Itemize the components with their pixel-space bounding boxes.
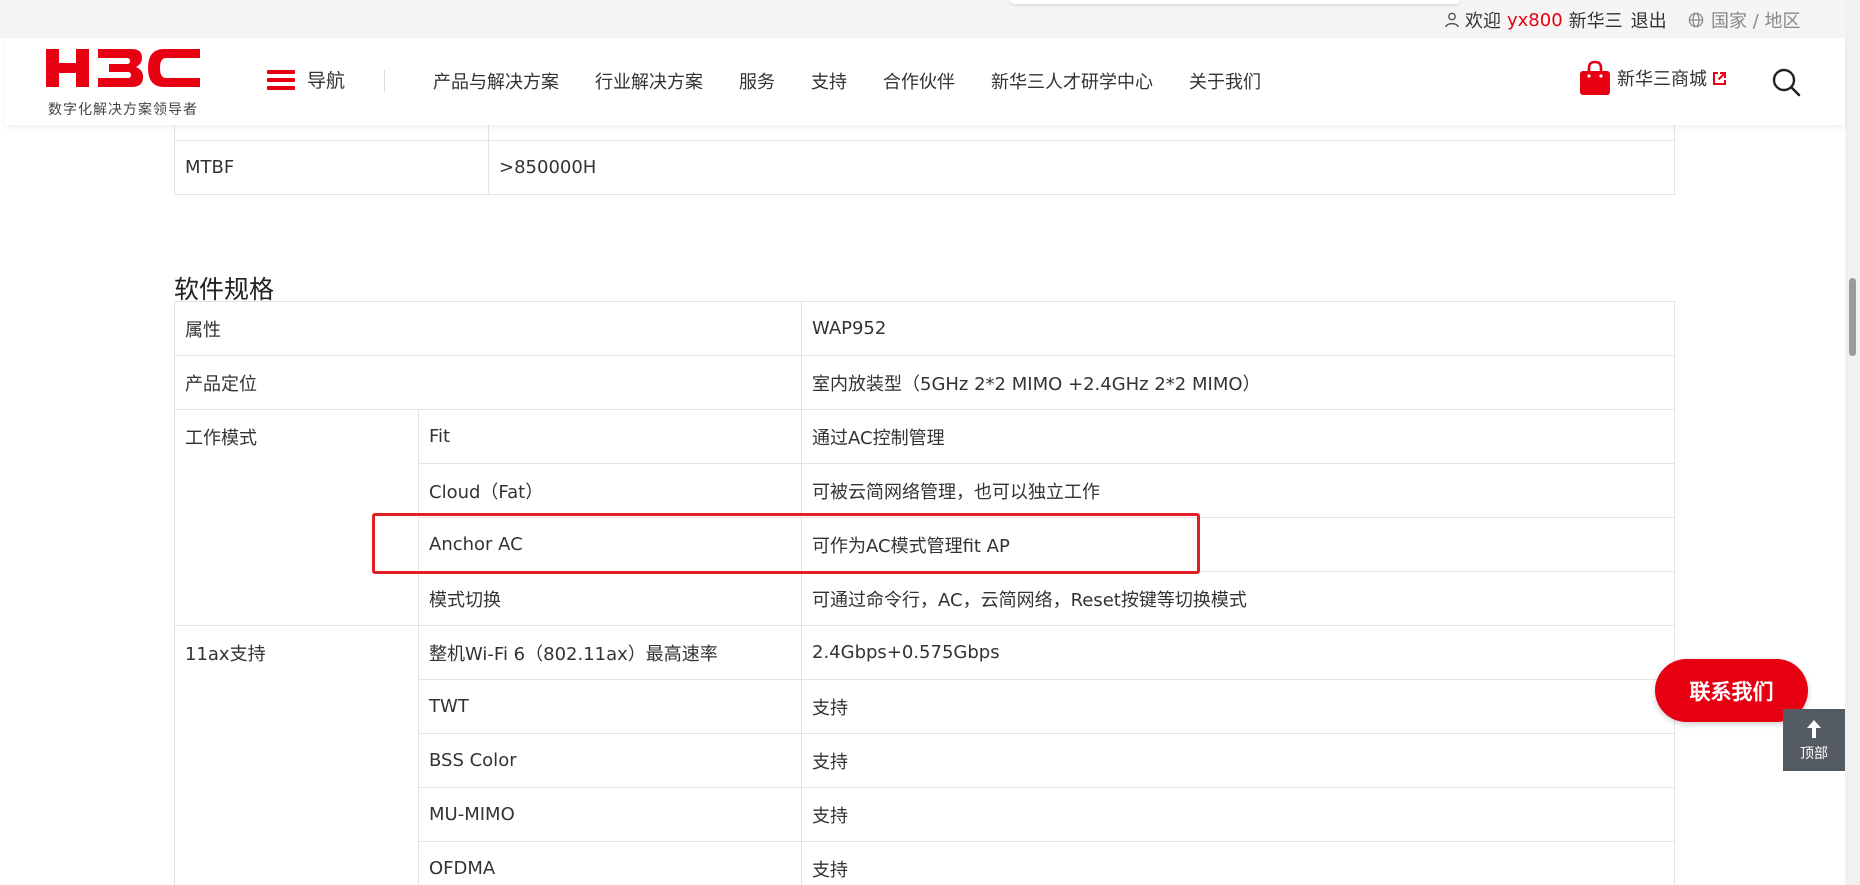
- nav-item-about[interactable]: 关于我们: [1189, 68, 1261, 94]
- nav-item-support[interactable]: 支持: [811, 68, 847, 94]
- spec-value-anchor-ac: 可作为AC模式管理fit AP: [801, 517, 1675, 572]
- table-row: 产品定位 室内放装型（5GHz 2*2 MIMO +2.4GHz 2*2 MIM…: [174, 355, 1675, 410]
- table-row: 工作模式 Fit 通过AC控制管理: [174, 409, 1675, 626]
- spec-value-bss-color: 支持: [801, 733, 1675, 788]
- hamburger-icon: [267, 69, 295, 90]
- nav-divider: [384, 70, 385, 92]
- search-icon[interactable]: [1771, 67, 1801, 97]
- logo-tagline: 数字化解决方案领导者: [48, 102, 198, 118]
- spec-sub-mode-switch: 模式切换: [418, 571, 802, 626]
- main-nav: 产品与解决方案 行业解决方案 服务 支持 合作伙伴 新华三人才研学中心 关于我们: [433, 68, 1297, 94]
- spec-value-fit: 通过AC控制管理: [801, 409, 1675, 464]
- arrow-up-icon: [1807, 719, 1821, 738]
- spec-sub-mu-mimo: MU-MIMO: [418, 787, 802, 842]
- nav-item-products[interactable]: 产品与解决方案: [433, 68, 559, 94]
- spec-sub-max-rate: 整机Wi-Fi 6（802.11ax）最高速率: [418, 625, 802, 680]
- spec-value-cloud: 可被云简网络管理，也可以独立工作: [801, 463, 1675, 518]
- software-spec-table: 属性 WAP952 产品定位 室内放装型（5GHz 2*2 MIMO +2.4G…: [174, 301, 1675, 885]
- table-row: MTBF >850000H: [174, 140, 1675, 195]
- table-row: 11ax支持 整机Wi-Fi 6（802.11ax）最高速率 2.4Gbps+0…: [174, 625, 1675, 885]
- shop-link[interactable]: 新华三商城: [1579, 60, 1727, 96]
- shopping-bag-icon: [1580, 60, 1610, 95]
- spec-sub-cloud: Cloud（Fat）: [418, 463, 802, 518]
- page: 欢迎 yx800 新华三 退出 国家 / 地区 数字化解决方案领导者 导航 产品…: [0, 0, 1860, 885]
- page-scrollbar[interactable]: [1845, 0, 1860, 885]
- nav-item-talent[interactable]: 新华三人才研学中心: [991, 68, 1153, 94]
- spec-header-model: WAP952: [801, 301, 1675, 356]
- spec-value-mtbf: >850000H: [488, 140, 1675, 195]
- spec-group-11ax: 11ax支持: [174, 625, 419, 885]
- spec-value-mu-mimo: 支持: [801, 787, 1675, 842]
- spec-sub-anchor-ac: Anchor AC: [418, 517, 802, 572]
- region-selector[interactable]: 国家 / 地区: [1688, 7, 1801, 33]
- spec-group-work-mode: 工作模式: [174, 409, 419, 626]
- back-to-top-button[interactable]: 顶部: [1783, 709, 1845, 771]
- nav-item-partners[interactable]: 合作伙伴: [883, 68, 955, 94]
- external-link-icon: [1713, 71, 1726, 85]
- spec-sub-ofdma: OFDMA: [418, 841, 802, 885]
- spec-value-positioning: 室内放装型（5GHz 2*2 MIMO +2.4GHz 2*2 MIMO）: [801, 355, 1675, 410]
- h3c-logo[interactable]: 数字化解决方案领导者: [46, 47, 206, 118]
- user-area: 欢迎 yx800 新华三 退出: [1445, 7, 1667, 33]
- scrollbar-thumb[interactable]: [1849, 278, 1856, 356]
- h3c-logo-mark: [46, 49, 200, 87]
- spec-attr-positioning: 产品定位: [174, 355, 802, 410]
- spec-value-max-rate: 2.4Gbps+0.575Gbps: [801, 625, 1675, 680]
- nav-toggle-label: 导航: [307, 70, 346, 92]
- spec-sub-twt: TWT: [418, 679, 802, 734]
- nav-menu-toggle[interactable]: 导航: [267, 66, 345, 93]
- popup-edge: [1010, 0, 1460, 4]
- spec-value-twt: 支持: [801, 679, 1675, 734]
- shop-label: 新华三商城: [1617, 69, 1707, 90]
- spec-attr-mtbf: MTBF: [174, 140, 489, 195]
- company-text: 新华三: [1568, 11, 1623, 32]
- site-header: 数字化解决方案领导者 导航 产品与解决方案 行业解决方案 服务 支持 合作伙伴 …: [5, 38, 1845, 125]
- username-link[interactable]: yx800: [1507, 10, 1563, 31]
- spec-header-attr: 属性: [174, 301, 802, 356]
- user-icon: [1445, 12, 1459, 28]
- utility-bar: 欢迎 yx800 新华三 退出 国家 / 地区: [0, 0, 1845, 38]
- nav-item-industry[interactable]: 行业解决方案: [595, 68, 703, 94]
- spec-value-mode-switch: 可通过命令行，AC，云简网络，Reset按键等切换模式: [801, 571, 1675, 626]
- logout-link[interactable]: 退出: [1631, 7, 1667, 33]
- welcome-text: 欢迎: [1465, 11, 1501, 32]
- globe-icon: [1688, 12, 1704, 28]
- nav-item-service[interactable]: 服务: [739, 68, 775, 94]
- table-row: 属性 WAP952: [174, 301, 1675, 356]
- spec-sub-bss-color: BSS Color: [418, 733, 802, 788]
- spec-value-ofdma: 支持: [801, 841, 1675, 885]
- back-to-top-label: 顶部: [1800, 745, 1828, 762]
- region-label: 国家 / 地区: [1711, 11, 1801, 32]
- spec-sub-fit: Fit: [418, 409, 802, 464]
